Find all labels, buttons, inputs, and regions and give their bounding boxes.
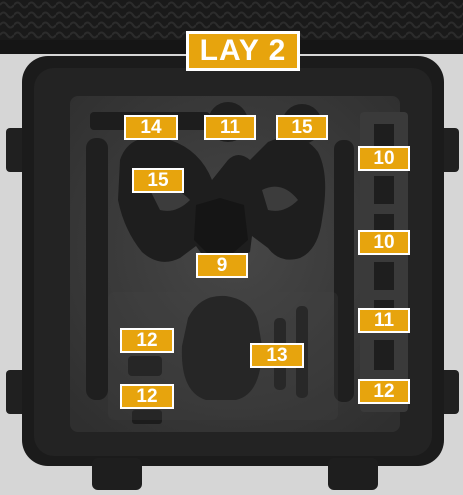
compartment-label: 14 (124, 115, 178, 140)
compartment-label: 15 (132, 168, 184, 193)
foot-left (92, 458, 142, 490)
layer-title-tag: LAY 2 (186, 31, 300, 71)
drone-body-cutout (194, 198, 248, 254)
compartment-label: 10 (358, 146, 410, 171)
compartment-label: 9 (196, 253, 248, 278)
foam-slot-left (86, 138, 108, 400)
compartment-label: 12 (120, 328, 174, 353)
compartment-label: 13 (250, 343, 304, 368)
layer-title: LAY 2 (199, 34, 287, 67)
battery-slot (374, 176, 394, 204)
foot-right (328, 458, 378, 490)
compartment-label: 11 (358, 308, 410, 333)
compartment-label: 10 (358, 230, 410, 255)
battery-slot (374, 340, 394, 370)
compartment-label: 11 (204, 115, 256, 140)
compartment-label: 12 (358, 379, 410, 404)
compartment-label: 15 (276, 115, 328, 140)
battery-slot (374, 262, 394, 290)
compartment-label: 12 (120, 384, 174, 409)
